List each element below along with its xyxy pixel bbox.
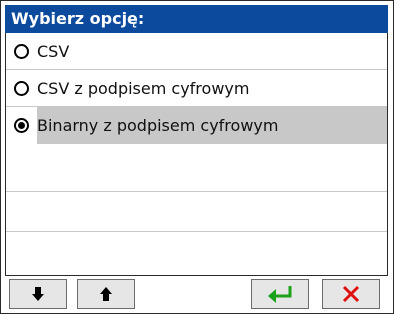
empty-row	[6, 144, 387, 192]
option-csv[interactable]: CSV	[6, 33, 387, 70]
arrow-down-icon	[31, 286, 45, 302]
toolbar	[5, 275, 388, 311]
arrow-up-icon	[99, 286, 113, 302]
dialog-title: Wybierz opcję:	[5, 5, 388, 33]
option-csv-signed[interactable]: CSV z podpisem cyfrowym	[6, 70, 387, 107]
option-label: CSV z podpisem cyfrowym	[37, 78, 250, 98]
option-label: Binarny z podpisem cyfrowym	[37, 106, 387, 144]
radio-button-icon[interactable]	[14, 117, 29, 133]
enter-icon	[266, 285, 294, 303]
dialog-frame: Wybierz opcję: CSV CSV z podpisem cyfrow…	[0, 0, 394, 314]
option-binary-signed[interactable]: Binarny z podpisem cyfrowym	[6, 106, 387, 144]
radio-button-icon[interactable]	[14, 80, 29, 96]
confirm-button[interactable]	[251, 279, 309, 309]
scroll-down-button[interactable]	[9, 279, 67, 309]
empty-row	[6, 232, 387, 275]
close-icon	[342, 285, 360, 303]
scroll-up-button[interactable]	[77, 279, 135, 309]
option-label: CSV	[37, 41, 70, 61]
cancel-button[interactable]	[322, 279, 380, 309]
options-list: CSV CSV z podpisem cyfrowym Binarny z po…	[5, 33, 388, 275]
radio-button-icon[interactable]	[14, 43, 29, 59]
empty-row	[6, 192, 387, 232]
